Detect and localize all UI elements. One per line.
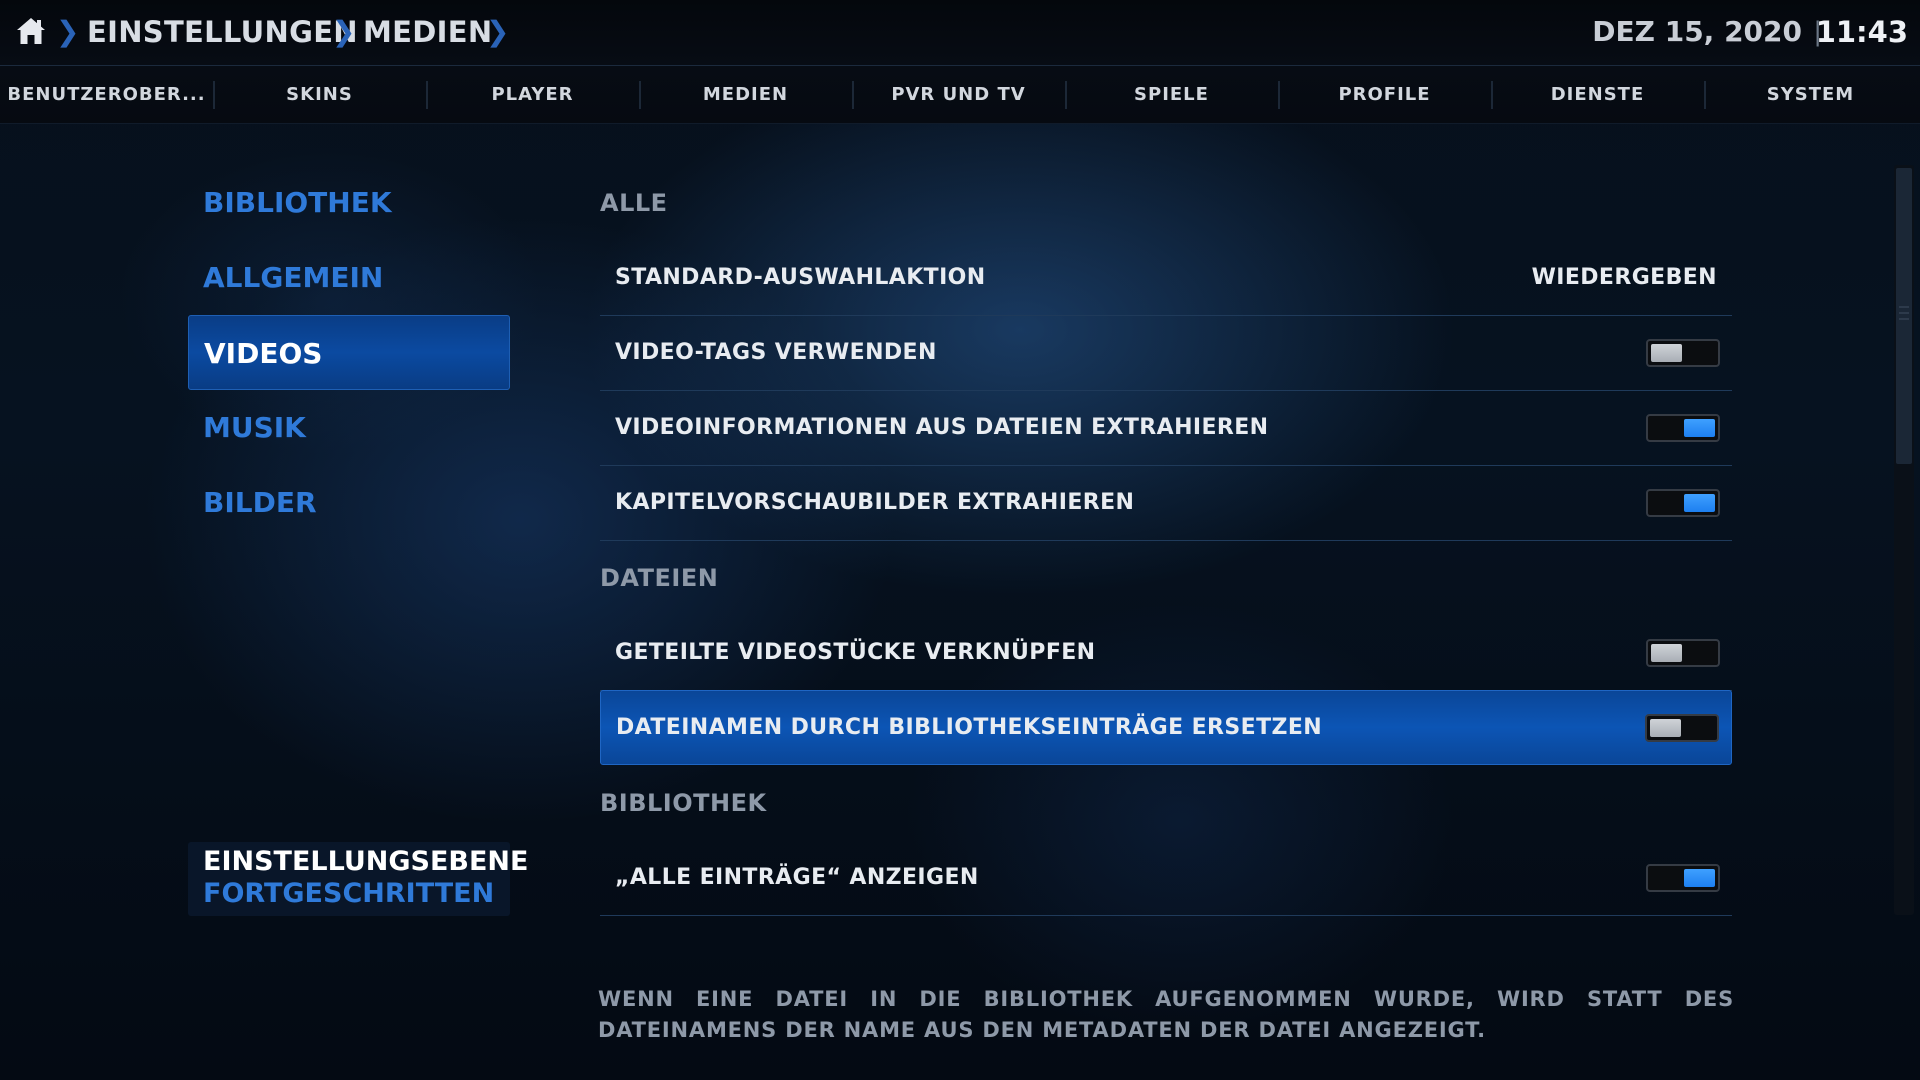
settings-level-title: EINSTELLUNGSEBENE bbox=[203, 846, 529, 877]
tab-profile[interactable]: PROFILE bbox=[1278, 66, 1491, 123]
setting-row-videoinformationen-extrahieren[interactable]: VIDEOINFORMATIONEN AUS DATEIEN EXTRAHIER… bbox=[600, 391, 1732, 466]
header-bar: ❯ EINSTELLUNGEN ❯ MEDIEN ❯ DEZ 15, 2020 … bbox=[0, 0, 1920, 66]
scrollbar-grip bbox=[1899, 318, 1909, 320]
setting-description: WENN EINE DATEI IN DIE BIBLIOTHEK AUFGEN… bbox=[598, 987, 1734, 1042]
setting-label: GETEILTE VIDEOSTÜCKE VERKNÜPFEN bbox=[615, 640, 1096, 665]
sidebar-item-videos[interactable]: VIDEOS bbox=[188, 315, 510, 390]
toggle-switch-off[interactable] bbox=[1646, 639, 1720, 667]
tab-skins[interactable]: SKINS bbox=[213, 66, 426, 123]
settings-screen: ❯ EINSTELLUNGEN ❯ MEDIEN ❯ DEZ 15, 2020 … bbox=[0, 0, 1920, 1080]
setting-row-dateinamen-ersetzen[interactable]: DATEINAMEN DURCH BIBLIOTHEKSEINTRÄGE ERS… bbox=[600, 690, 1732, 765]
sidebar-item-musik[interactable]: MUSIK bbox=[188, 390, 510, 465]
settings-level-button[interactable]: EINSTELLUNGSEBENE FORTGESCHRITTEN bbox=[188, 842, 528, 916]
setting-label: VIDEO-TAGS VERWENDEN bbox=[615, 340, 937, 365]
breadcrumb-item[interactable]: MEDIEN bbox=[363, 12, 492, 52]
sidebar-item-bilder[interactable]: BILDER bbox=[188, 465, 510, 540]
setting-label: VIDEOINFORMATIONEN AUS DATEIEN EXTRAHIER… bbox=[615, 415, 1269, 440]
date-display: DEZ 15, 2020 bbox=[1592, 15, 1802, 48]
toggle-switch-off[interactable] bbox=[1646, 339, 1720, 367]
tab-system[interactable]: SYSTEM bbox=[1704, 66, 1917, 123]
sidebar-item-bibliothek[interactable]: BIBLIOTHEK bbox=[188, 165, 510, 240]
breadcrumb-separator-icon: ❯ bbox=[332, 15, 356, 48]
settings-level-value: FORTGESCHRITTEN bbox=[203, 878, 495, 909]
category-tabs: BENUTZEROBER... SKINS PLAYER MEDIEN PVR … bbox=[0, 66, 1920, 124]
setting-row-alle-eintraege-anzeigen[interactable]: „ALLE EINTRÄGE“ ANZEIGEN bbox=[600, 841, 1732, 916]
setting-label: KAPITELVORSCHAUBILDER EXTRAHIEREN bbox=[615, 490, 1135, 515]
breadcrumb-item[interactable]: EINSTELLUNGEN bbox=[87, 12, 358, 52]
setting-label: „ALLE EINTRÄGE“ ANZEIGEN bbox=[615, 865, 979, 890]
scrollbar-thumb[interactable] bbox=[1896, 168, 1912, 464]
clock-display: 11:43 bbox=[1815, 15, 1908, 49]
setting-label: DATEINAMEN DURCH BIBLIOTHEKSEINTRÄGE ERS… bbox=[616, 715, 1323, 740]
toggle-switch-on[interactable] bbox=[1646, 489, 1720, 517]
setting-row-video-tags[interactable]: VIDEO-TAGS VERWENDEN bbox=[600, 316, 1732, 391]
setting-row-standard-auswahlaktion[interactable]: STANDARD-AUSWAHLAKTION WIEDERGEBEN bbox=[600, 241, 1732, 316]
section-header-dateien: DATEIEN bbox=[600, 564, 719, 592]
breadcrumb-separator-icon: ❯ bbox=[56, 15, 80, 48]
toggle-switch-on[interactable] bbox=[1646, 864, 1720, 892]
setting-value: WIEDERGEBEN bbox=[1531, 265, 1717, 290]
home-icon[interactable] bbox=[14, 14, 48, 48]
tab-benutzeroberflaeche[interactable]: BENUTZEROBER... bbox=[0, 66, 213, 123]
tab-player[interactable]: PLAYER bbox=[426, 66, 639, 123]
sidebar-item-allgemein[interactable]: ALLGEMEIN bbox=[188, 240, 510, 315]
toggle-switch-on[interactable] bbox=[1646, 414, 1720, 442]
section-header-alle: ALLE bbox=[600, 189, 668, 217]
section-header-bibliothek: BIBLIOTHEK bbox=[600, 789, 767, 817]
breadcrumb-separator-icon: ❯ bbox=[486, 15, 510, 48]
tab-spiele[interactable]: SPIELE bbox=[1065, 66, 1278, 123]
setting-row-videostuecke-verknuepfen[interactable]: GETEILTE VIDEOSTÜCKE VERKNÜPFEN bbox=[600, 616, 1732, 691]
tab-pvr-und-tv[interactable]: PVR UND TV bbox=[852, 66, 1065, 123]
setting-row-kapitelvorschaubilder[interactable]: KAPITELVORSCHAUBILDER EXTRAHIEREN bbox=[600, 466, 1732, 541]
setting-label: STANDARD-AUSWAHLAKTION bbox=[615, 265, 986, 290]
tab-medien[interactable]: MEDIEN bbox=[639, 66, 852, 123]
scrollbar-grip bbox=[1899, 312, 1909, 314]
tab-dienste[interactable]: DIENSTE bbox=[1491, 66, 1704, 123]
toggle-switch-off[interactable] bbox=[1645, 714, 1719, 742]
scrollbar-grip bbox=[1899, 306, 1909, 308]
